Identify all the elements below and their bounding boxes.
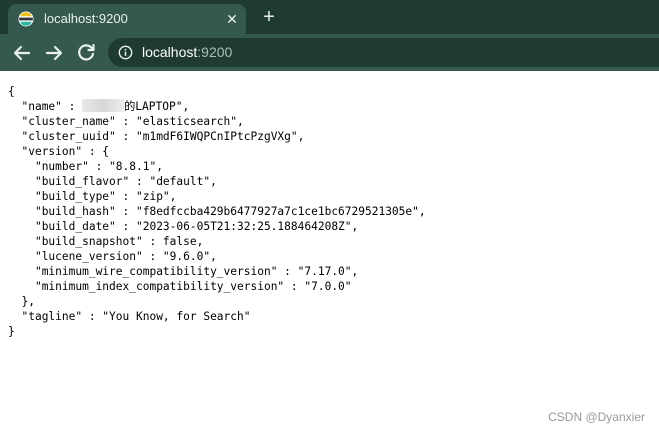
site-info-icon[interactable] (118, 45, 133, 60)
json-close-brace: } (8, 325, 15, 338)
back-arrow-icon[interactable] (10, 41, 34, 65)
json-cluster-name: "cluster_name" : "elasticsearch", (21, 115, 244, 128)
json-name-key: "name" : (21, 100, 83, 113)
json-cluster-uuid: "cluster_uuid" : "m1mdF6IWQPCnIPtcPzgVXg… (21, 130, 305, 143)
close-tab-icon[interactable]: ✕ (224, 11, 240, 27)
reload-icon[interactable] (74, 41, 98, 65)
json-min-wire-compat: "minimum_wire_compatibility_version" : "… (34, 265, 359, 278)
elasticsearch-favicon-icon (18, 11, 34, 27)
json-lucene-version: "lucene_version" : "9.6.0", (34, 250, 217, 263)
new-tab-icon[interactable]: + (259, 7, 279, 27)
json-build-flavor: "build_flavor" : "default", (34, 175, 217, 188)
json-version-close: }, (21, 295, 35, 308)
json-build-hash: "build_hash" : "f8edfccba429b6477927a7c1… (34, 205, 426, 218)
json-open-brace: { (8, 85, 15, 98)
forward-arrow-icon[interactable] (42, 41, 66, 65)
json-version-number: "number" : "8.8.1", (34, 160, 163, 173)
browser-tab[interactable]: localhost:9200 ✕ (8, 4, 246, 34)
watermark: CSDN @Dyanxier (548, 410, 645, 424)
address-bar[interactable]: localhost:9200 (108, 38, 659, 67)
tab-strip: localhost:9200 ✕ + (0, 0, 659, 34)
tab-title: localhost:9200 (44, 11, 128, 26)
url-port: :9200 (197, 44, 233, 60)
browser-toolbar: localhost:9200 (0, 34, 659, 71)
url-host: localhost (142, 44, 198, 60)
json-build-snapshot: "build_snapshot" : false, (34, 235, 204, 248)
json-build-type: "build_type" : "zip", (34, 190, 177, 203)
url-text[interactable]: localhost:9200 (142, 43, 232, 62)
page-content: { "name" : 的LAPTOP", "cluster_name" : "e… (0, 71, 659, 433)
json-name-value: 的LAPTOP", (124, 100, 190, 113)
json-version-open: "version" : { (21, 145, 110, 158)
json-tagline: "tagline" : "You Know, for Search" (21, 310, 251, 323)
redacted-block (82, 99, 125, 112)
json-min-index-compat: "minimum_index_compatibility_version" : … (34, 280, 352, 293)
json-response: { "name" : 的LAPTOP", "cluster_name" : "e… (8, 84, 426, 339)
json-build-date: "build_date" : "2023-06-05T21:32:25.1884… (34, 220, 359, 233)
